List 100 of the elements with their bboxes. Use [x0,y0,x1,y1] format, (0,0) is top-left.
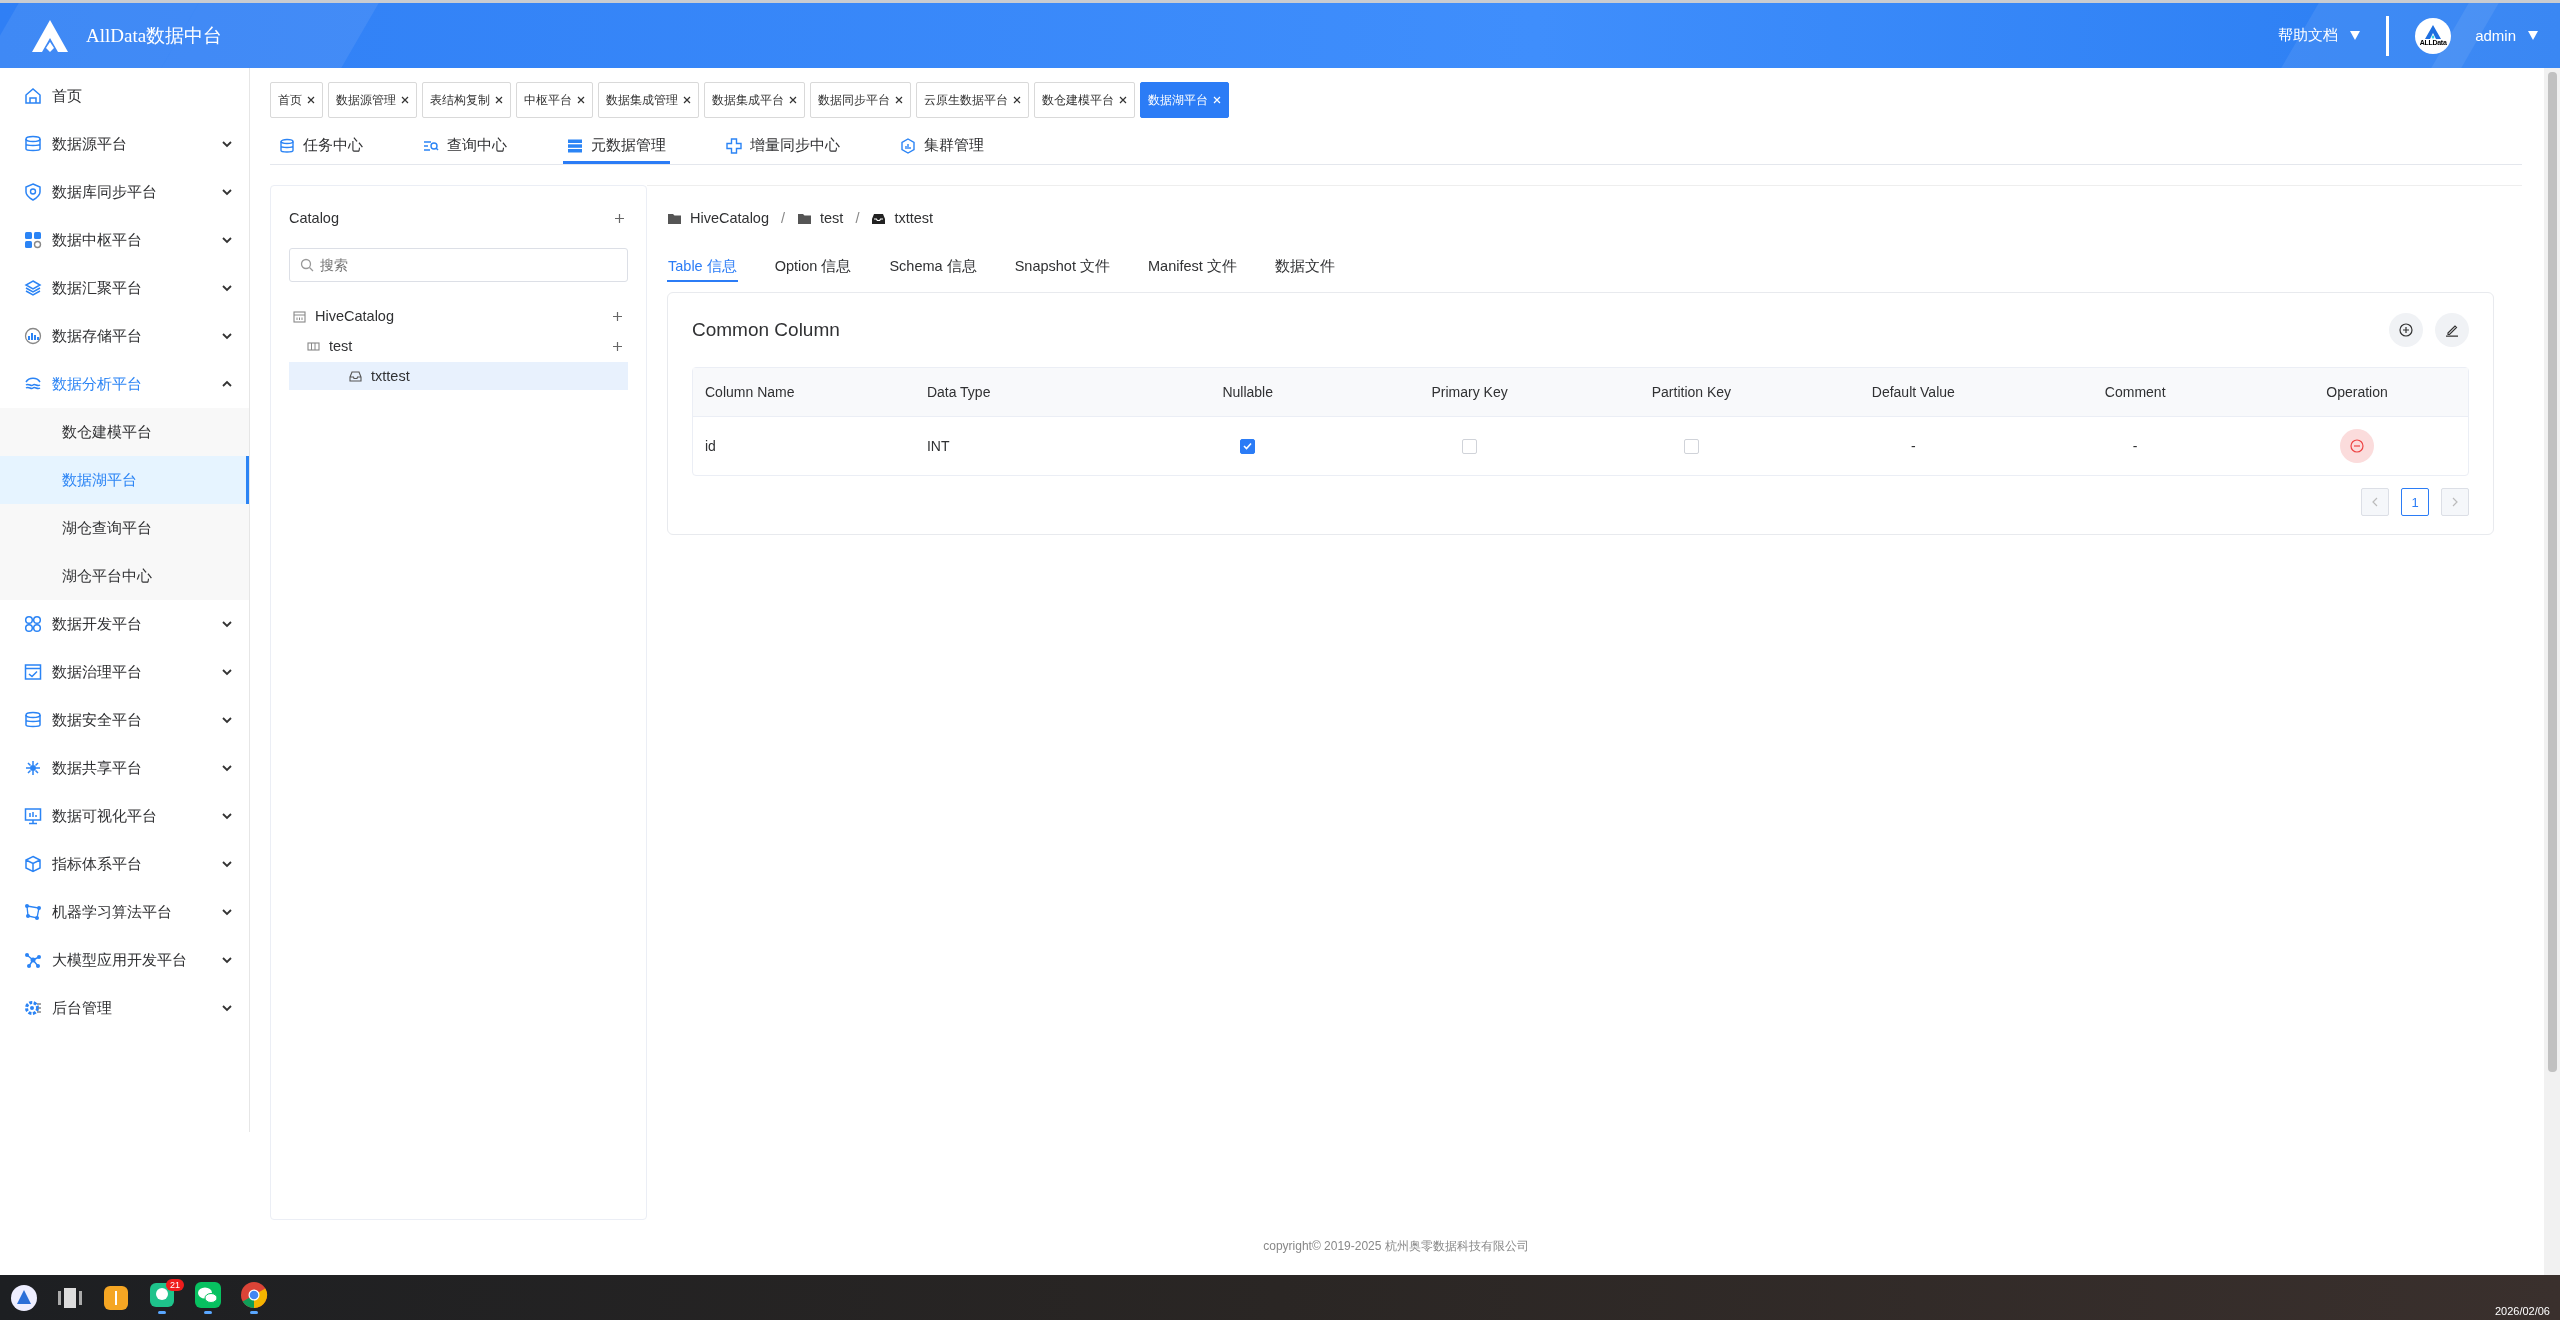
page-tag[interactable]: 数仓建模平台 [1034,82,1135,118]
page-tag[interactable]: 数据湖平台 [1140,82,1229,118]
column-header: Comment [2024,368,2247,417]
scrollbar[interactable] [2544,68,2560,1275]
home-icon [24,87,42,105]
browser-icon[interactable] [240,1281,268,1309]
tab[interactable]: 数据文件 [1273,252,1336,282]
search-icon [300,258,314,272]
menu-item[interactable]: 数据汇聚平台 [52,278,211,298]
menu-item[interactable]: 数据源平台 [52,134,211,154]
column-header: Primary Key [1358,368,1581,417]
table-cell-text: INT [925,437,951,456]
page-tag[interactable]: 云原生数据平台 [916,82,1029,118]
tree-node[interactable]: txttest [289,362,628,390]
copyright-text: copyright© 2019-2025 杭州奥零数据科技有限公司 [1263,1237,1529,1255]
calendar-icon [293,309,306,323]
database-icon [279,137,295,154]
table-cell-text: - [1909,437,1917,456]
clock-date: 2026/02/06 [2494,1305,2550,1317]
breadcrumb-separator: / [855,210,860,226]
card-title: Common Column [692,319,840,341]
tab[interactable]: Schema 信息 [888,252,978,282]
column-header: Partition Key [1580,368,1803,417]
search-field[interactable]: 搜索 [289,248,628,282]
menu-item[interactable]: 数据中枢平台 [52,230,211,250]
page-button[interactable]: 1 [2401,488,2429,516]
tree-node[interactable]: HiveCatalog [289,302,628,330]
page-tag[interactable]: 中枢平台 [516,82,593,118]
tool-icon[interactable] [102,1283,130,1312]
minus-icon [2350,439,2365,453]
page-tag[interactable]: 首页 [270,82,323,118]
menu-item[interactable]: 数据治理平台 [52,662,211,682]
add-icon[interactable] [613,311,622,321]
breadcrumb-item[interactable]: HiveCatalog [667,210,769,226]
menu-item[interactable]: 数据开发平台 [52,614,211,634]
checklist-icon [24,663,42,681]
add-icon[interactable] [613,341,622,351]
menu-item[interactable]: 数据安全平台 [52,710,211,730]
table-cell-text: - [2131,437,2139,456]
submenu-item[interactable]: 湖仓查询平台 [0,504,249,552]
plus-icon [726,137,742,154]
inbox-icon [349,369,362,383]
close-icon [789,96,797,104]
menu-item[interactable]: 数据存储平台 [52,326,211,346]
page-tag[interactable]: 数据源管理 [328,82,417,118]
tab[interactable]: 任务中心 [275,130,367,164]
breadcrumb-item[interactable]: test [797,210,844,226]
close-icon [1013,96,1021,104]
menu-item[interactable]: 指标体系平台 [52,854,211,874]
submenu-item[interactable]: 湖仓平台中心 [0,552,249,600]
menu-item[interactable]: 数据库同步平台 [52,182,211,202]
table-icon [307,339,320,353]
tab[interactable]: 增量同步中心 [722,130,844,164]
gear-icon [24,999,42,1017]
page-tag[interactable]: 数据集成平台 [704,82,805,118]
help-docs-menu[interactable]: 帮助文档 [2278,26,2361,45]
tab[interactable]: Manifest 文件 [1147,252,1238,282]
page-tag[interactable]: 表结构复制 [422,82,511,118]
chart-icon [24,327,42,345]
check-icon [1243,442,1253,450]
menu-item[interactable]: 数据分析平台 [52,374,211,394]
chat-bubbles-icon[interactable] [194,1281,222,1309]
submenu-item[interactable]: 数仓建模平台 [0,408,249,456]
tab[interactable]: 元数据管理 [563,130,670,164]
tab[interactable]: 集群管理 [896,130,988,164]
caret-icon [2528,31,2538,40]
database-icon [24,135,42,153]
tab[interactable]: Option 信息 [773,252,853,282]
hexagon-icon [900,137,916,154]
add-icon [2399,323,2413,337]
tree-node[interactable]: test [289,332,628,360]
column-header: Nullable [1136,368,1359,417]
delete-button[interactable] [2340,429,2375,463]
menu-item[interactable]: 数据共享平台 [52,758,211,778]
grid-icon [24,231,42,249]
shield-icon [24,183,42,201]
launcher-icon[interactable] [10,1283,38,1312]
close-icon [401,96,409,104]
menu-item[interactable]: 大模型应用开发平台 [52,950,211,970]
page-tag[interactable]: 数据同步平台 [810,82,911,118]
layers-icon [24,279,42,297]
tab[interactable]: Snapshot 文件 [1013,252,1111,282]
close-icon [307,96,315,104]
chevron-right-icon [2452,497,2458,507]
breadcrumb-item[interactable]: txttest [871,210,934,226]
page-tag[interactable]: 数据集成管理 [598,82,699,118]
menu-item[interactable]: 数据可视化平台 [52,806,211,826]
menu-item[interactable]: 首页 [52,86,233,106]
breadcrumb-separator: / [781,210,786,226]
menu-item[interactable]: 后台管理 [52,998,211,1018]
menu-item[interactable]: 机器学习算法平台 [52,902,211,922]
tab[interactable]: Table 信息 [667,252,738,282]
add-column-button[interactable] [2389,313,2423,347]
tab[interactable]: 查询中心 [419,130,511,164]
checkbox[interactable] [1240,438,1256,454]
graph-icon [24,903,42,921]
table-cell-text: id [704,437,717,456]
edit-button[interactable] [2435,313,2469,347]
edit-icon [2445,323,2459,337]
rings-icon [24,615,42,633]
